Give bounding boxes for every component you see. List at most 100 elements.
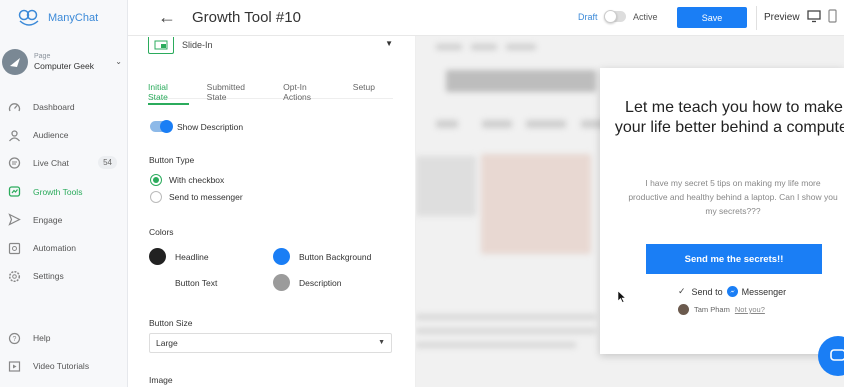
- messenger-label: Messenger: [741, 286, 787, 297]
- color-headline[interactable]: Headline: [149, 248, 209, 265]
- save-button[interactable]: Save: [677, 7, 747, 28]
- sidebar-item-growth-tools[interactable]: Growth Tools: [0, 178, 128, 206]
- sidebar-item-label: Dashboard: [33, 102, 75, 113]
- show-description-toggle[interactable]: [150, 120, 173, 133]
- sidebar-item-label: Video Tutorials: [33, 361, 90, 372]
- color-swatch[interactable]: [273, 274, 290, 291]
- sidebar-item-help[interactable]: ? Help: [0, 324, 128, 352]
- help-icon: ?: [7, 331, 21, 345]
- checkmark-icon[interactable]: ✓: [678, 286, 686, 297]
- radio-label: Send to messenger: [169, 192, 243, 202]
- color-label: Headline: [175, 251, 209, 262]
- divider: [756, 6, 757, 30]
- color-swatch[interactable]: [149, 248, 166, 265]
- slide-in-icon: [148, 36, 174, 54]
- page-avatar: [2, 49, 28, 75]
- svg-text:?: ?: [12, 336, 16, 343]
- editor-tabs: Initial State Submitted State Opt-In Act…: [148, 82, 393, 105]
- color-button-background[interactable]: Button Background: [273, 248, 371, 265]
- sidebar-item-label: Engage: [33, 214, 63, 225]
- status-draft-label: Draft: [578, 12, 598, 22]
- tab-initial-state[interactable]: Initial State: [148, 82, 189, 105]
- desktop-preview-icon[interactable]: [807, 10, 821, 23]
- back-arrow-icon[interactable]: ←: [158, 7, 176, 28]
- sidebar-item-video-tutorials[interactable]: Video Tutorials: [0, 352, 128, 380]
- preview-label: Preview: [764, 12, 800, 23]
- speedometer-icon: [7, 100, 21, 114]
- not-you-link[interactable]: Not you?: [735, 305, 765, 314]
- page-name: Computer Geek: [34, 61, 94, 71]
- messenger-icon: [726, 286, 738, 297]
- page-kicker: Page: [34, 53, 51, 60]
- page-selector[interactable]: Page Computer Geek ⌄: [0, 44, 128, 80]
- sidebar-item-label: Audience: [33, 130, 69, 141]
- preview-headline: Let me teach you how to make your life b…: [614, 99, 844, 136]
- chat-icon: [7, 156, 21, 170]
- sidebar-item-engage[interactable]: Engage: [0, 206, 128, 234]
- tab-setup[interactable]: Setup: [353, 82, 375, 98]
- brand[interactable]: ManyChat: [18, 9, 98, 27]
- color-button-text[interactable]: Button Text: [149, 274, 217, 291]
- caret-down-icon: ▼: [378, 339, 385, 346]
- mouse-cursor-icon: [618, 291, 626, 303]
- caret-down-icon: ▼: [385, 39, 393, 48]
- sidebar-bottom-nav: ? Help Video Tutorials: [0, 324, 128, 380]
- brand-name: ManyChat: [48, 12, 99, 24]
- send-secrets-button[interactable]: Send me the secrets!!: [646, 244, 822, 274]
- sidebar-item-automation[interactable]: Automation: [0, 234, 128, 262]
- automation-icon: [7, 241, 21, 255]
- sidebar-item-label: Live Chat: [33, 158, 69, 169]
- growth-icon: [7, 185, 21, 199]
- tab-opt-in-actions[interactable]: Opt-In Actions: [283, 82, 335, 102]
- person-icon: [7, 128, 21, 142]
- button-size-value: Large: [156, 338, 178, 348]
- user-row: Tam Pham Not you?: [678, 304, 765, 315]
- send-to-messenger-row[interactable]: ✓ Send to Messenger: [678, 286, 786, 297]
- color-label: Button Background: [299, 251, 372, 262]
- radio-button[interactable]: [150, 191, 162, 203]
- mobile-preview-icon[interactable]: [828, 9, 837, 23]
- live-chat-count-badge: 54: [98, 156, 117, 170]
- button-size-select[interactable]: Large ▼: [149, 333, 392, 353]
- status-toggle[interactable]: [604, 10, 626, 23]
- image-title: Image: [149, 375, 173, 385]
- widget-type-select[interactable]: Slide-In ▼: [148, 36, 393, 54]
- tab-submitted-state[interactable]: Submitted State: [207, 82, 265, 102]
- slide-in-preview-card: Let me teach you how to make your life b…: [600, 68, 844, 354]
- color-label: Button Text: [175, 277, 218, 288]
- color-swatch[interactable]: [149, 274, 166, 291]
- sidebar-item-label: Settings: [33, 271, 64, 282]
- colors-title: Colors: [149, 227, 174, 237]
- page-title[interactable]: Growth Tool #10: [192, 9, 301, 26]
- widget-type-label: Slide-In: [182, 40, 213, 50]
- sidebar-item-audience[interactable]: Audience: [0, 121, 128, 149]
- sidebar-item-label: Help: [33, 333, 51, 344]
- color-description[interactable]: Description: [273, 274, 342, 291]
- toggle-knob: [160, 120, 173, 133]
- send-icon: [7, 213, 21, 227]
- chevron-down-icon[interactable]: ⌄: [115, 57, 122, 66]
- radio-with-checkbox[interactable]: With checkbox: [150, 174, 224, 186]
- radio-label: With checkbox: [169, 175, 225, 185]
- color-label: Description: [299, 277, 342, 288]
- radio-button[interactable]: [150, 174, 162, 186]
- color-swatch[interactable]: [273, 248, 290, 265]
- radio-send-to-messenger[interactable]: Send to messenger: [150, 191, 243, 203]
- show-description-row: Show Description: [150, 120, 243, 133]
- manychat-logo-icon: [18, 9, 39, 26]
- send-to-label: Send to: [691, 286, 723, 297]
- sidebar-item-settings[interactable]: Settings: [0, 262, 128, 290]
- button-size-title: Button Size: [149, 318, 193, 328]
- sidebar-item-label: Automation: [33, 243, 76, 254]
- sidebar-item-live-chat[interactable]: Live Chat 54: [0, 149, 128, 177]
- gear-icon: [7, 269, 21, 283]
- button-type-title: Button Type: [149, 155, 195, 165]
- avatar: [678, 304, 689, 315]
- toggle-knob: [604, 10, 617, 23]
- top-bar: ← Growth Tool #10 Draft Active Save Prev…: [128, 0, 844, 36]
- sidebar-nav: Dashboard Audience Live Chat 54 Growth T…: [0, 93, 128, 290]
- user-name: Tam Pham: [694, 305, 730, 314]
- video-icon: [7, 359, 21, 373]
- sidebar: ManyChat Page Computer Geek ⌄ Dashboard …: [0, 0, 128, 387]
- sidebar-item-dashboard[interactable]: Dashboard: [0, 93, 128, 121]
